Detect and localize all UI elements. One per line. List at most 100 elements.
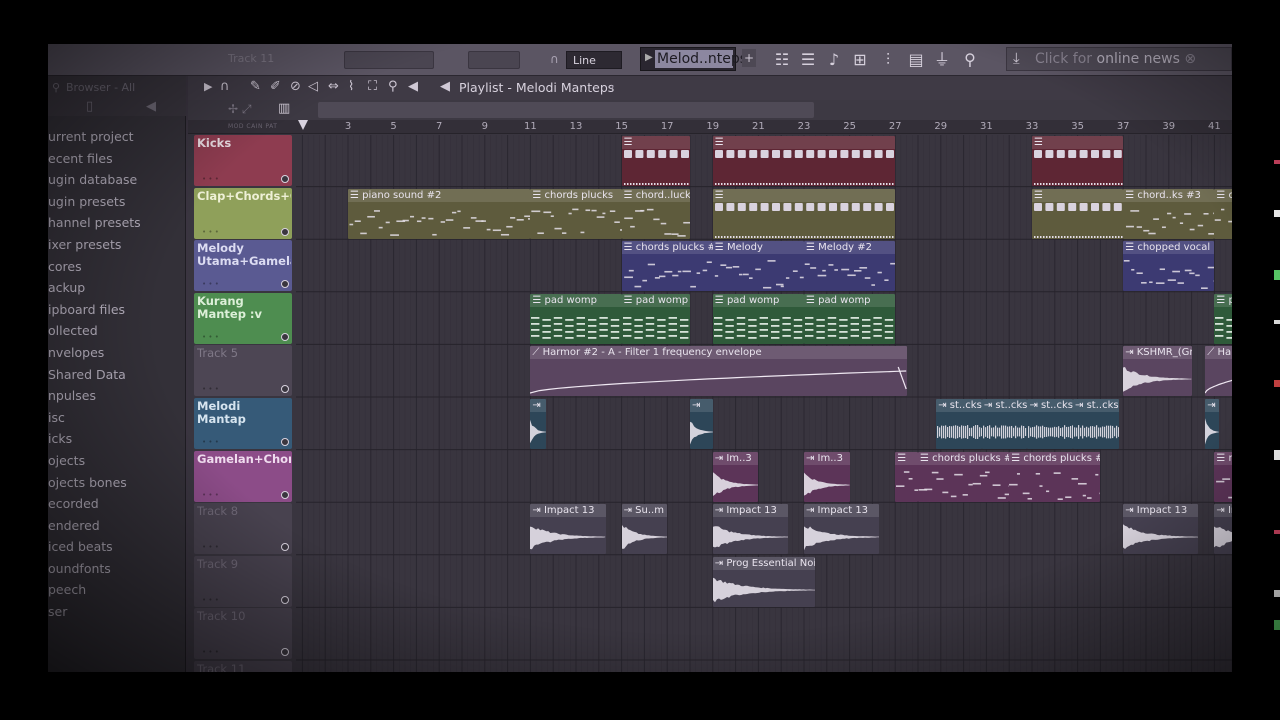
browser-item[interactable]: urrent project xyxy=(48,126,186,148)
playlist-clip[interactable]: ☰ chords p xyxy=(1214,188,1232,239)
magnet-icon[interactable]: ∩ xyxy=(220,79,230,94)
track-header[interactable]: Gamelan+Chords • • • xyxy=(194,450,292,502)
playlist-clip[interactable]: ☰ chords plucks #4 xyxy=(621,241,713,292)
pattern-selector[interactable]: ▶ Melod..nteps xyxy=(640,47,747,71)
browser-item[interactable]: cores xyxy=(48,256,186,278)
playlist-clip[interactable]: ☰ chords plucks #2 xyxy=(1009,451,1101,502)
browser-item[interactable]: endered xyxy=(48,515,186,537)
browser-item[interactable]: icks xyxy=(48,428,186,450)
playlist-clip[interactable]: ☰ xyxy=(1032,136,1124,186)
track-enable-toggle[interactable] xyxy=(281,332,289,341)
track-header[interactable]: Track 11• • • xyxy=(194,661,292,672)
playlist-clip[interactable]: ☰ chopped vocal xyxy=(1123,241,1215,292)
browser-item[interactable]: peech xyxy=(48,579,186,601)
playlist-clip[interactable]: ⇥ Im..3 xyxy=(712,451,759,502)
playlist-clip[interactable]: ⇥ xyxy=(1205,399,1219,449)
pencil-icon[interactable]: ✎ xyxy=(250,79,261,94)
song-position-marker[interactable] xyxy=(298,120,308,130)
playlist-clip[interactable]: ⇥ Impact 13 xyxy=(1123,504,1199,555)
playlist-clip[interactable]: ☰ Melody #2 xyxy=(804,241,896,292)
playlist-clip[interactable]: ⇥ Prog Essential Noise xyxy=(712,556,816,607)
browser-item[interactable]: npulses xyxy=(48,385,186,407)
playlist-clip[interactable]: ☰ piano sound #2 xyxy=(348,188,531,239)
track-header[interactable]: Kicks • • • xyxy=(194,135,292,186)
mute-icon[interactable]: ◁ xyxy=(308,79,318,94)
speaker-icon[interactable]: ◀ xyxy=(440,79,450,94)
browser-item[interactable]: ecent files xyxy=(48,148,186,170)
delete-icon[interactable]: ⊘ xyxy=(290,79,301,94)
track-header[interactable]: Track 9 • • • xyxy=(194,555,292,607)
playlist-clip[interactable]: ☰ pad womp xyxy=(804,293,896,344)
step-sequencer-icon[interactable]: ⊞ xyxy=(848,48,872,72)
track-enable-toggle[interactable] xyxy=(281,490,289,499)
playlist-clip[interactable]: ⇥ Su..m xyxy=(621,504,668,555)
speaker-icon[interactable]: ◀ xyxy=(146,99,156,114)
track-header[interactable]: Melody Utama+Gamelan • • • xyxy=(194,240,292,292)
slice-icon[interactable]: ⌇ xyxy=(348,79,354,94)
select-icon[interactable]: ⛶ xyxy=(368,79,377,94)
playlist-clip[interactable]: ⇥ Im..3 xyxy=(804,451,850,502)
browser-item[interactable]: ser xyxy=(48,601,186,623)
transport-panel[interactable] xyxy=(344,51,434,69)
playlist-clip[interactable]: ☰ chords plucks xyxy=(530,188,622,239)
browser-item[interactable]: ugin database xyxy=(48,169,186,191)
browser-item[interactable]: Shared Data xyxy=(48,364,186,386)
playlist-clip[interactable]: ⇥ Impact 13 xyxy=(712,504,789,555)
pattern-picker-icon[interactable]: ▥ xyxy=(278,101,290,116)
arrange-icons[interactable]: ✢ ⤢ xyxy=(228,102,251,117)
add-pattern-button[interactable]: + xyxy=(742,49,756,67)
timeline-ruler[interactable]: MOD CAIN PAT 3 5 7 9 11 13 15 17 19 21 23 25 27 29 31 3… xyxy=(188,120,1232,134)
playlist-icon[interactable]: ☷ xyxy=(770,48,794,72)
browser-item[interactable]: ackup xyxy=(48,277,186,299)
browser-item[interactable]: ecorded xyxy=(48,493,186,515)
track-enable-toggle[interactable] xyxy=(281,438,289,446)
playlist-clip[interactable]: ⇥ st..cks xyxy=(1073,399,1119,449)
playlist-clip[interactable]: ☰ pad wom xyxy=(1214,293,1232,344)
playlist-clip[interactable]: ⇥ KSHMR_(Gm) xyxy=(1123,346,1192,397)
track-enable-toggle[interactable] xyxy=(281,175,289,183)
track-header[interactable]: Kurang Mantep :v • • • xyxy=(194,292,292,344)
track-header[interactable]: Track 8 • • • xyxy=(194,503,292,555)
playlist-clip[interactable]: ⟋ Harmor..er xyxy=(1205,346,1232,397)
track-enable-toggle[interactable] xyxy=(281,385,289,394)
browser-item[interactable]: ojects xyxy=(48,450,186,472)
piano-roll-icon[interactable]: ♪ xyxy=(822,48,846,72)
browser-icon[interactable]: ▤ xyxy=(904,48,928,72)
playlist-clip[interactable]: ⇥ Impact 1 xyxy=(1214,504,1232,555)
playlist-clip[interactable]: ☰ xyxy=(712,188,896,239)
playlist-clip[interactable]: ☰ chords plucks #2 xyxy=(918,451,1010,502)
channel-rack-icon[interactable]: ☰ xyxy=(796,48,820,72)
track-header[interactable]: Melodi Mantap • • • xyxy=(194,398,292,449)
browser-item[interactable]: nvelopes xyxy=(48,342,186,364)
search-icon[interactable]: ⚲ xyxy=(52,81,60,94)
browser-item[interactable]: ipboard files xyxy=(48,299,186,321)
browser-item[interactable]: ugin presets xyxy=(48,191,186,213)
plugin-icon[interactable]: ⏚ xyxy=(930,48,954,72)
snap-select[interactable]: Line xyxy=(566,51,622,69)
playlist-clip[interactable]: ☰ xyxy=(621,136,690,186)
playback-icon[interactable]: ◀ xyxy=(408,79,418,94)
playlist-clip[interactable]: ⇥ Impact 13 xyxy=(804,504,880,555)
playlist-clip[interactable]: ☰ Melody xyxy=(712,241,804,292)
mixer-icon[interactable]: ⫶ xyxy=(876,48,900,72)
track-enable-toggle[interactable] xyxy=(281,280,289,289)
playlist-clip[interactable]: ☰ xyxy=(1032,188,1124,239)
track-enable-toggle[interactable] xyxy=(281,595,289,604)
browser-item[interactable]: hannel presets xyxy=(48,212,186,234)
tempo-panel[interactable] xyxy=(468,51,520,69)
playlist-clip[interactable]: ☰ chord..ks #3 xyxy=(1123,188,1215,239)
playlist-clip[interactable]: ⇥ st..cks xyxy=(981,399,1028,449)
browser-item[interactable]: ojects bones xyxy=(48,472,186,494)
file-icon[interactable]: ▯ xyxy=(86,99,93,114)
playlist-clip[interactable]: ⇥ Impact 13 xyxy=(530,504,606,555)
playlist-clip[interactable]: ☰ pad womp xyxy=(530,293,622,344)
playlist-clip[interactable]: ☰ pad womp xyxy=(621,293,690,344)
playlist-clip[interactable]: ⇥ st..cks xyxy=(1027,399,1074,449)
track-enable-toggle[interactable] xyxy=(281,648,289,657)
track-header[interactable]: Track 10 • • • xyxy=(194,608,292,660)
playlist-clip[interactable]: ☰ xyxy=(895,451,918,502)
pattern-name[interactable]: Melod..nteps xyxy=(655,50,747,68)
online-news-button[interactable]: ⤓ Click for online news ⊗ xyxy=(1006,47,1232,71)
browser-item[interactable]: ollected xyxy=(48,320,186,342)
zoom-icon[interactable]: ⚲ xyxy=(388,79,398,94)
